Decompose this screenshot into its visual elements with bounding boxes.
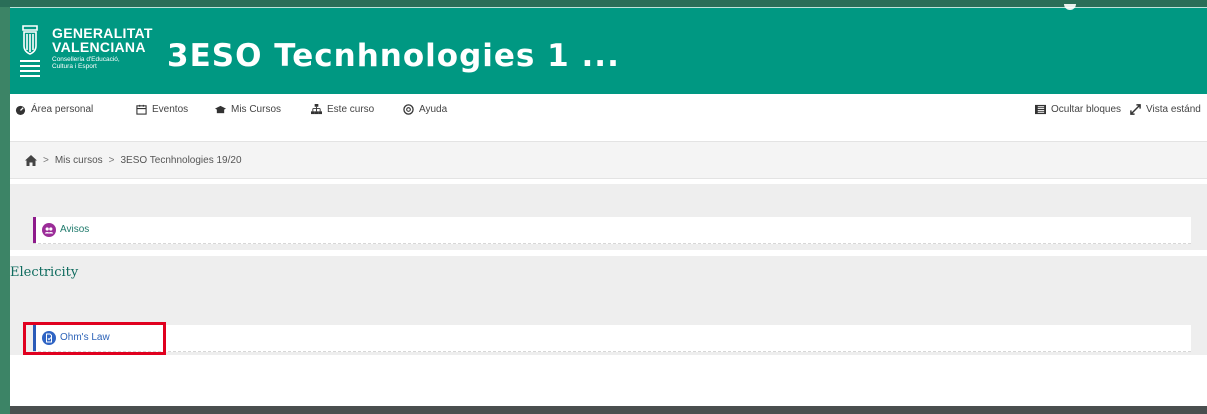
generalitat-logo[interactable]: GENERALITAT VALENCIANA Conselleria d'Edu… [18,20,158,90]
nav-item-area-personal[interactable]: Área personal [15,94,93,125]
courses-icon [215,105,226,114]
nav-label: Área personal [31,104,94,115]
frame-bottom [10,406,1207,414]
frame-top [0,0,1207,7]
activity-ohms-law[interactable]: Ohm's Law [33,325,1191,352]
frame-left [0,7,10,414]
site-title[interactable]: 3ESO Tecnhnologies 1 ... [167,38,620,74]
calendar-icon [136,104,147,115]
standard-view-label: Vista estánd [1146,104,1201,115]
logo-line-3: Conselleria d'Educació, [52,56,120,63]
nav-item-mis-cursos[interactable]: Mis Cursos [215,94,281,125]
standard-view-button[interactable]: Vista estánd [1130,94,1201,125]
page-footer-space [10,355,1207,406]
activity-avisos[interactable]: Avisos [33,217,1191,244]
header-dot [1064,4,1076,10]
nav-item-ayuda[interactable]: Ayuda [403,94,447,125]
logo-line-1: GENERALITAT [52,25,153,41]
highlight-box [23,322,166,355]
coat-of-arms-icon [20,25,40,77]
hide-blocks-icon [1035,104,1046,115]
breadcrumb-home[interactable] [25,154,37,166]
dashboard-icon [15,105,26,115]
nav-item-eventos[interactable]: Eventos [136,94,188,125]
navbar: Área personal Eventos Mis Cursos Este cu… [10,94,1207,126]
nav-item-este-curso[interactable]: Este curso [311,94,374,125]
breadcrumb-separator: > [43,154,49,166]
breadcrumb-course[interactable]: 3ESO Tecnhnologies 19/20 [120,155,241,166]
breadcrumb-mis-cursos[interactable]: Mis cursos [55,155,103,166]
nav-label: Este curso [327,104,375,115]
logo-line-4: Cultura i Esport [52,63,97,70]
hide-blocks-label: Ocultar bloques [1051,104,1122,115]
activity-link[interactable]: Avisos [60,223,89,237]
sitemap-icon [311,104,322,115]
logo-line-2: VALENCIANA [52,39,146,55]
section-title[interactable]: Electricity [10,265,78,280]
expand-icon [1130,104,1141,115]
activity-accent-bar [33,217,36,243]
forum-icon [42,223,56,237]
hide-blocks-button[interactable]: Ocultar bloques [1035,94,1121,125]
nav-label: Mis Cursos [231,104,282,115]
nav-label: Eventos [152,104,189,115]
breadcrumb: > Mis cursos > 3ESO Tecnhnologies 19/20 [10,141,1207,179]
nav-label: Ayuda [419,104,448,115]
breadcrumb-separator: > [108,154,115,166]
lifebuoy-icon [403,104,414,115]
home-icon [25,154,37,166]
site-header: GENERALITAT VALENCIANA Conselleria d'Edu… [10,4,1207,95]
